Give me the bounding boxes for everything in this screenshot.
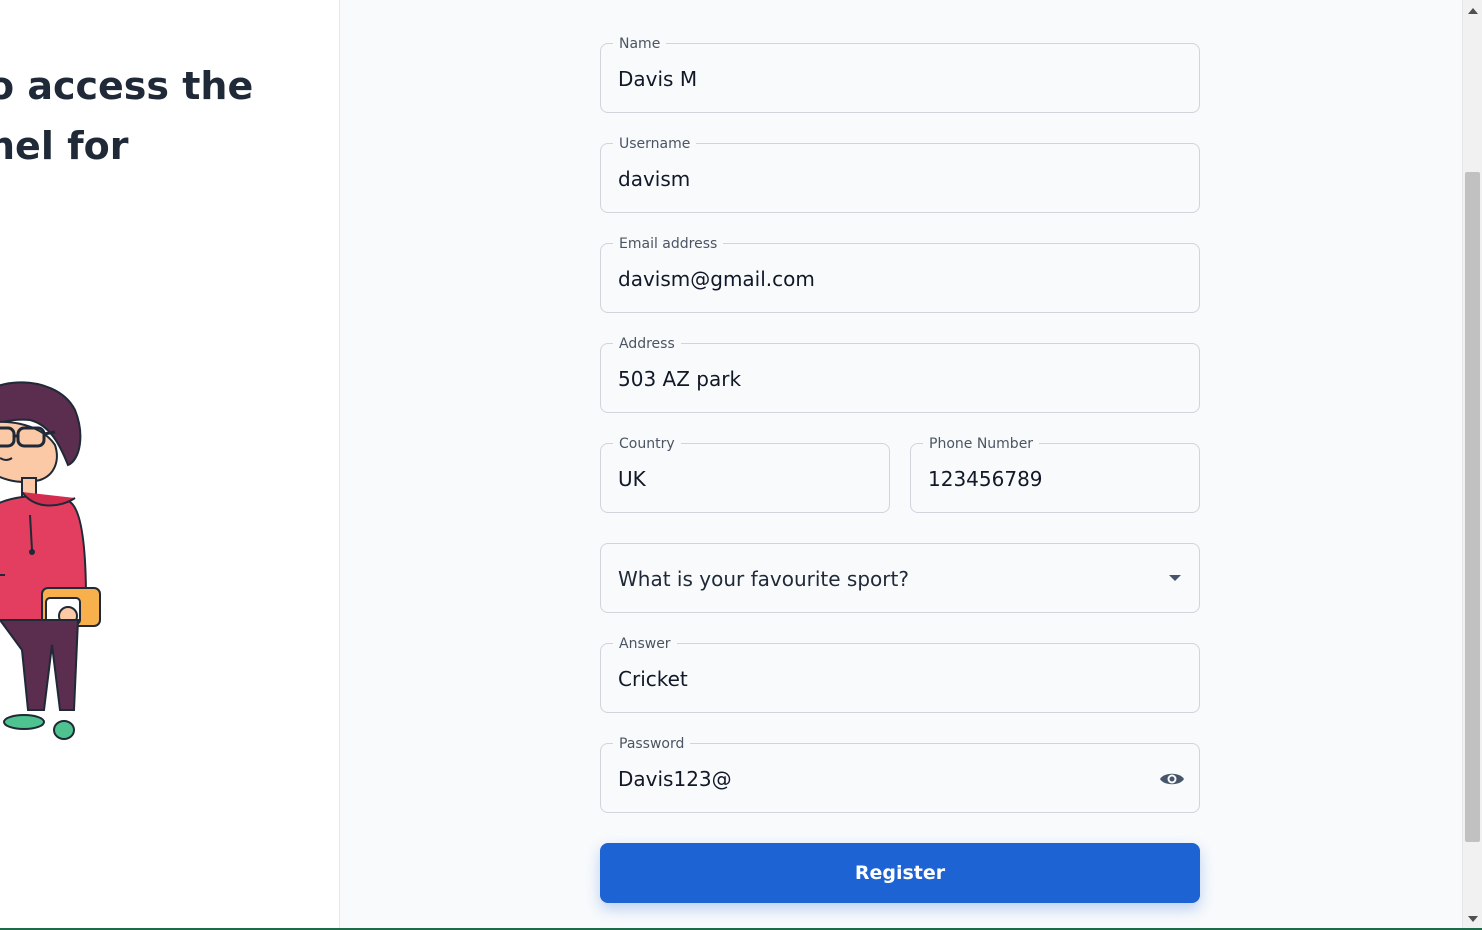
username-value[interactable]: davism	[618, 167, 690, 191]
left-panel: o access the nel for	[0, 0, 340, 930]
hero-heading-line-2: nel for	[0, 124, 129, 168]
security-question-value[interactable]: What is your favourite sport?	[618, 567, 909, 591]
scroll-down-arrow-icon[interactable]	[1468, 916, 1478, 922]
phone-number-field[interactable]: Phone Number 123456789	[910, 435, 1200, 513]
scroll-up-arrow-icon[interactable]	[1468, 8, 1478, 14]
username-field[interactable]: Username davism	[600, 135, 1200, 213]
email-label: Email address	[613, 235, 724, 253]
password-value[interactable]: Davis123@	[618, 767, 732, 791]
password-field[interactable]: Password Davis123@	[600, 735, 1200, 813]
hero-heading-line-1: o access the	[0, 64, 254, 108]
eye-icon[interactable]	[1159, 767, 1185, 791]
name-field[interactable]: Name Davis M	[600, 35, 1200, 113]
country-label: Country	[613, 435, 681, 453]
hero-heading: o access the nel for	[0, 56, 339, 176]
name-value[interactable]: Davis M	[618, 67, 697, 91]
vertical-scrollbar[interactable]	[1462, 0, 1482, 930]
answer-label: Answer	[613, 635, 677, 653]
country-field[interactable]: Country UK	[600, 435, 890, 513]
password-label: Password	[613, 735, 691, 753]
email-value[interactable]: davism@gmail.com	[618, 267, 815, 291]
student-illustration	[0, 381, 101, 740]
security-question-select[interactable]: What is your favourite sport?	[600, 543, 1200, 613]
address-field[interactable]: Address 503 AZ park	[600, 335, 1200, 413]
register-button[interactable]: Register	[600, 843, 1200, 903]
phone-number-label: Phone Number	[923, 435, 1040, 453]
phone-number-value[interactable]: 123456789	[928, 467, 1043, 491]
chevron-down-icon[interactable]	[1169, 575, 1181, 581]
country-value[interactable]: UK	[618, 467, 646, 491]
answer-value[interactable]: Cricket	[618, 667, 688, 691]
name-label: Name	[613, 35, 667, 53]
username-label: Username	[613, 135, 697, 153]
email-field[interactable]: Email address davism@gmail.com	[600, 235, 1200, 313]
answer-field[interactable]: Answer Cricket	[600, 635, 1200, 713]
address-label: Address	[613, 335, 681, 353]
scrollbar-thumb[interactable]	[1465, 172, 1480, 842]
address-value[interactable]: 503 AZ park	[618, 367, 741, 391]
